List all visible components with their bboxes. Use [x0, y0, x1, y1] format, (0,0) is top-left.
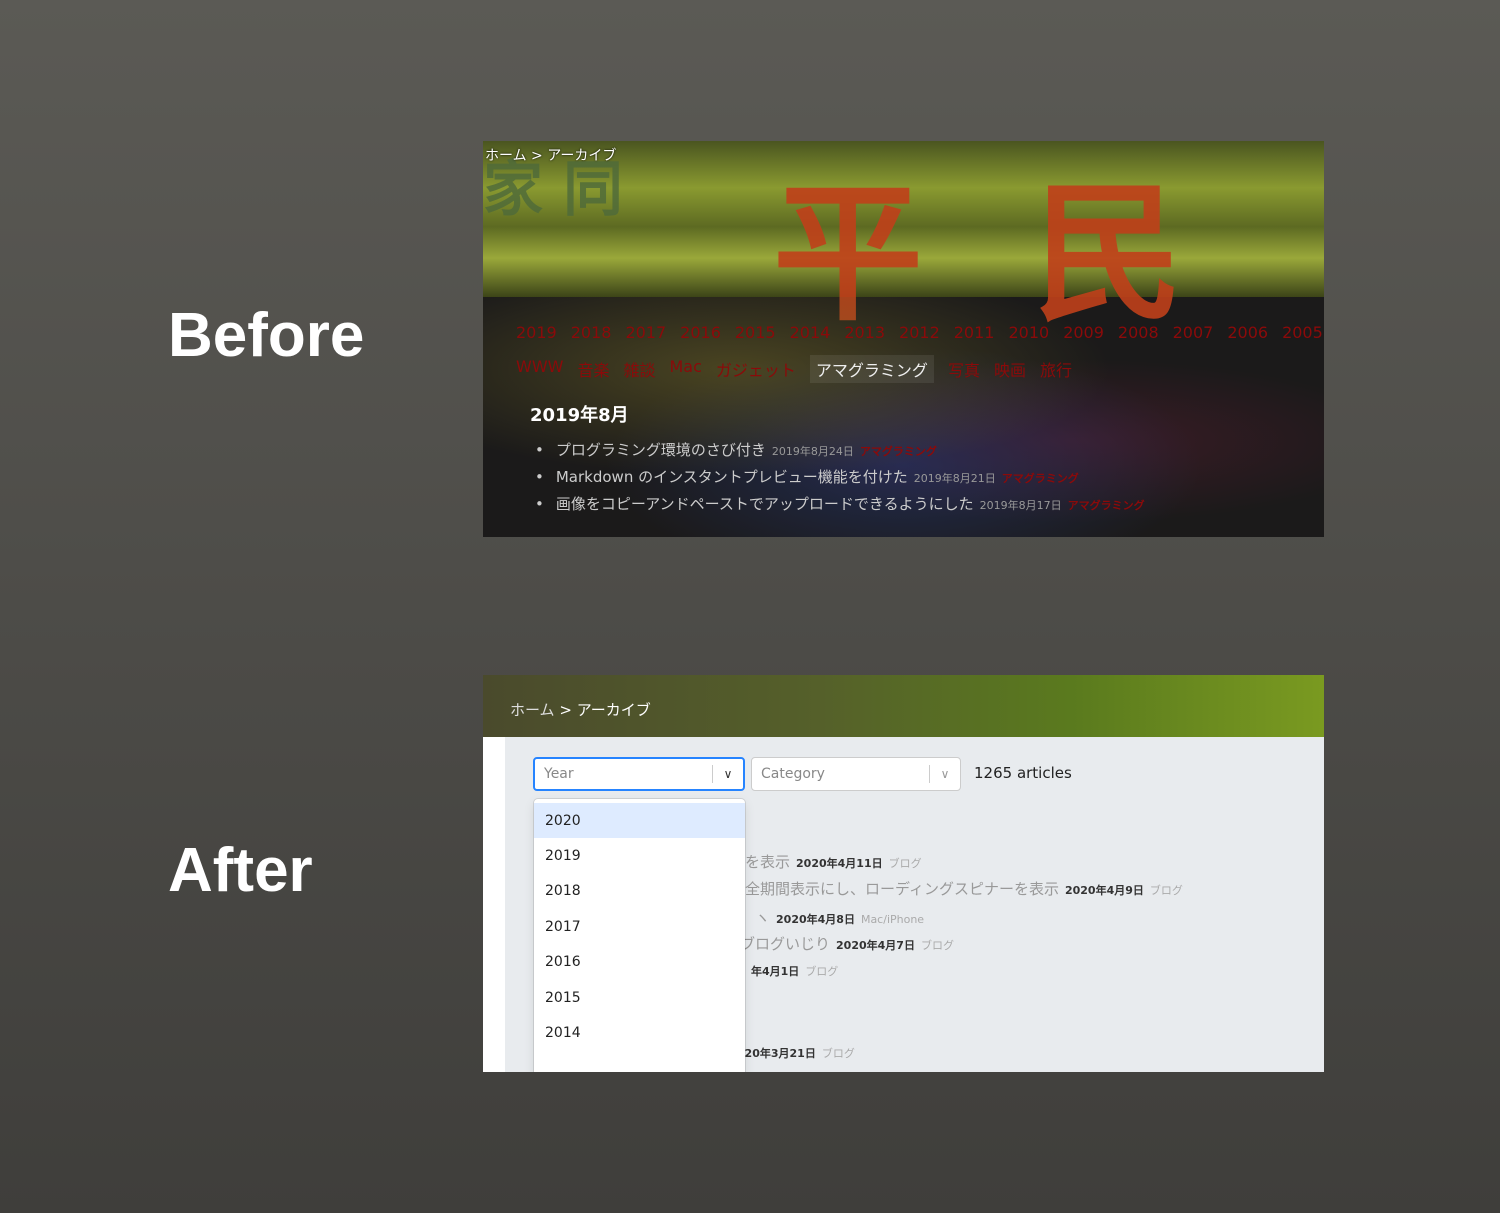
list-item: プログラミング環境のさび付き 2019年8月24日アマグラミング	[535, 439, 1145, 466]
year-link-2012[interactable]: 2012	[899, 321, 940, 344]
year-option-2017[interactable]: 2017	[534, 909, 745, 944]
list-item: Markdown のインスタントプレビュー機能を付けた 2019年8月21日アマグ…	[535, 466, 1145, 493]
category-link[interactable]: Mac	[670, 355, 702, 383]
year-link-2005[interactable]: 2005	[1282, 321, 1323, 344]
year-option-2019[interactable]: 2019	[534, 838, 745, 873]
list-item: 全期間表示にし、ローディングスピナーを表示 2020年4月9日 ブログ	[745, 878, 1183, 899]
before-screenshot: 家 同 平 民 ホーム > アーカイブ 2019 2018 2017 2016 2015…	[483, 141, 1324, 537]
article-date: 2019年8月17日	[979, 499, 1062, 512]
year-option-2016[interactable]: 2016	[534, 945, 745, 980]
year-select[interactable]: Year ∨	[533, 757, 745, 791]
article-title[interactable]: 全期間表示にし、ローディングスピナーを表示	[745, 880, 1059, 898]
article-category[interactable]: ブログ	[1150, 884, 1183, 897]
category-link[interactable]: 雑談	[623, 355, 655, 383]
article-date: 2019年8月24日	[771, 445, 854, 458]
article-count: 1265 articles	[974, 764, 1072, 782]
article-date: 2019年8月21日	[913, 472, 996, 485]
article-category[interactable]: ブログ	[822, 1047, 855, 1060]
year-links: 2019 2018 2017 2016 2015 2014 2013 2012 2011 2010…	[516, 321, 1323, 344]
breadcrumb-home[interactable]: ホーム	[510, 701, 555, 719]
year-option-2015[interactable]: 2015	[534, 980, 745, 1015]
category-link[interactable]: 音楽	[577, 355, 609, 383]
year-link-2009[interactable]: 2009	[1063, 321, 1104, 344]
article-date: 年4月1日	[751, 965, 800, 978]
year-option-2018[interactable]: 2018	[534, 874, 745, 909]
category-link[interactable]: 旅行	[1040, 355, 1072, 383]
list-item: 画像をコピーアンドペーストでアップロードできるようにした 2019年8月17日アマ…	[535, 493, 1145, 520]
list-item: ヽ 2020年4月8日 Mac/iPhone	[755, 907, 924, 928]
after-label: After	[168, 836, 313, 905]
category-placeholder[interactable]: Category	[752, 766, 929, 782]
archive-main: を表示 2020年4月11日 ブログ 全期間表示にし、ローディングスピナーを表示 202…	[505, 737, 1324, 1072]
category-link[interactable]: ガジェット	[716, 355, 796, 383]
year-option-2020[interactable]: 2020	[534, 803, 745, 839]
year-dropdown-menu: 2020 2019 2018 2017 2016 2015 2014	[534, 799, 745, 1072]
after-screenshot: ホーム > アーカイブ を表示 2020年4月11日 ブログ 全期間表示にし、ローディ…	[483, 675, 1324, 1072]
category-select[interactable]: Category ∨	[751, 757, 961, 791]
article-category[interactable]: アマグラミング	[860, 443, 937, 459]
year-link-2017[interactable]: 2017	[625, 321, 666, 344]
year-link-2007[interactable]: 2007	[1173, 321, 1214, 344]
year-placeholder[interactable]: Year	[535, 766, 712, 782]
article-date: 2020年4月8日	[776, 913, 855, 926]
breadcrumb[interactable]: ホーム > アーカイブ	[485, 145, 616, 165]
year-option-2014[interactable]: 2014	[534, 1015, 745, 1050]
article-category[interactable]: アマグラミング	[1068, 497, 1145, 513]
category-link[interactable]: 写真	[948, 355, 980, 383]
article-title[interactable]: ヽ	[755, 909, 770, 927]
article-title[interactable]: ブログいじり	[740, 935, 830, 953]
category-link[interactable]: アマグラミング	[809, 355, 934, 383]
article-title[interactable]: 画像をコピーアンドペーストでアップロードできるようにした	[556, 493, 974, 514]
article-category[interactable]: ブログ	[921, 939, 954, 952]
month-heading: 2019年8月	[530, 405, 629, 426]
chevron-down-icon[interactable]: ∨	[713, 767, 743, 781]
article-title[interactable]: プログラミング環境のさび付き	[556, 439, 766, 460]
year-link-2008[interactable]: 2008	[1118, 321, 1159, 344]
before-label: Before	[168, 301, 365, 370]
year-link-2018[interactable]: 2018	[571, 321, 612, 344]
year-link-2006[interactable]: 2006	[1227, 321, 1268, 344]
category-link[interactable]: 映画	[994, 355, 1026, 383]
year-link-2011[interactable]: 2011	[954, 321, 995, 344]
article-date: 2020年4月9日	[1064, 884, 1144, 897]
list-item: 年4月1日 ブログ	[745, 961, 838, 979]
year-link-2015[interactable]: 2015	[735, 321, 776, 344]
article-category[interactable]: ブログ	[805, 965, 838, 978]
article-category[interactable]: ブログ	[889, 857, 922, 870]
article-list: プログラミング環境のさび付き2019年8月24日アマグラミングMarkdown …	[535, 439, 1145, 520]
article-category[interactable]: Mac/iPhone	[861, 913, 924, 926]
article-date: 2020年4月7日	[836, 939, 915, 952]
article-title[interactable]: を表示	[745, 853, 790, 871]
category-links: WWW 音楽 雑談 Mac ガジェット アマグラミング 写真 映画 旅行	[516, 355, 1072, 383]
year-link-2019[interactable]: 2019	[516, 321, 557, 344]
list-item: を表示 2020年4月11日 ブログ	[745, 851, 922, 872]
year-link-2016[interactable]: 2016	[680, 321, 721, 344]
article-category[interactable]: アマグラミング	[1002, 470, 1079, 486]
year-link-2013[interactable]: 2013	[844, 321, 885, 344]
breadcrumb-current: アーカイブ	[576, 701, 651, 719]
list-item: ブログいじり 2020年4月7日 ブログ	[740, 933, 954, 954]
breadcrumb: ホーム > アーカイブ	[510, 701, 651, 719]
article-title[interactable]: Markdown のインスタントプレビュー機能を付けた	[556, 466, 908, 487]
category-link[interactable]: WWW	[516, 355, 563, 383]
year-link-2010[interactable]: 2010	[1008, 321, 1049, 344]
article-date: 2020年4月11日	[796, 857, 883, 870]
year-link-2014[interactable]: 2014	[790, 321, 831, 344]
chevron-down-icon[interactable]: ∨	[930, 767, 960, 781]
